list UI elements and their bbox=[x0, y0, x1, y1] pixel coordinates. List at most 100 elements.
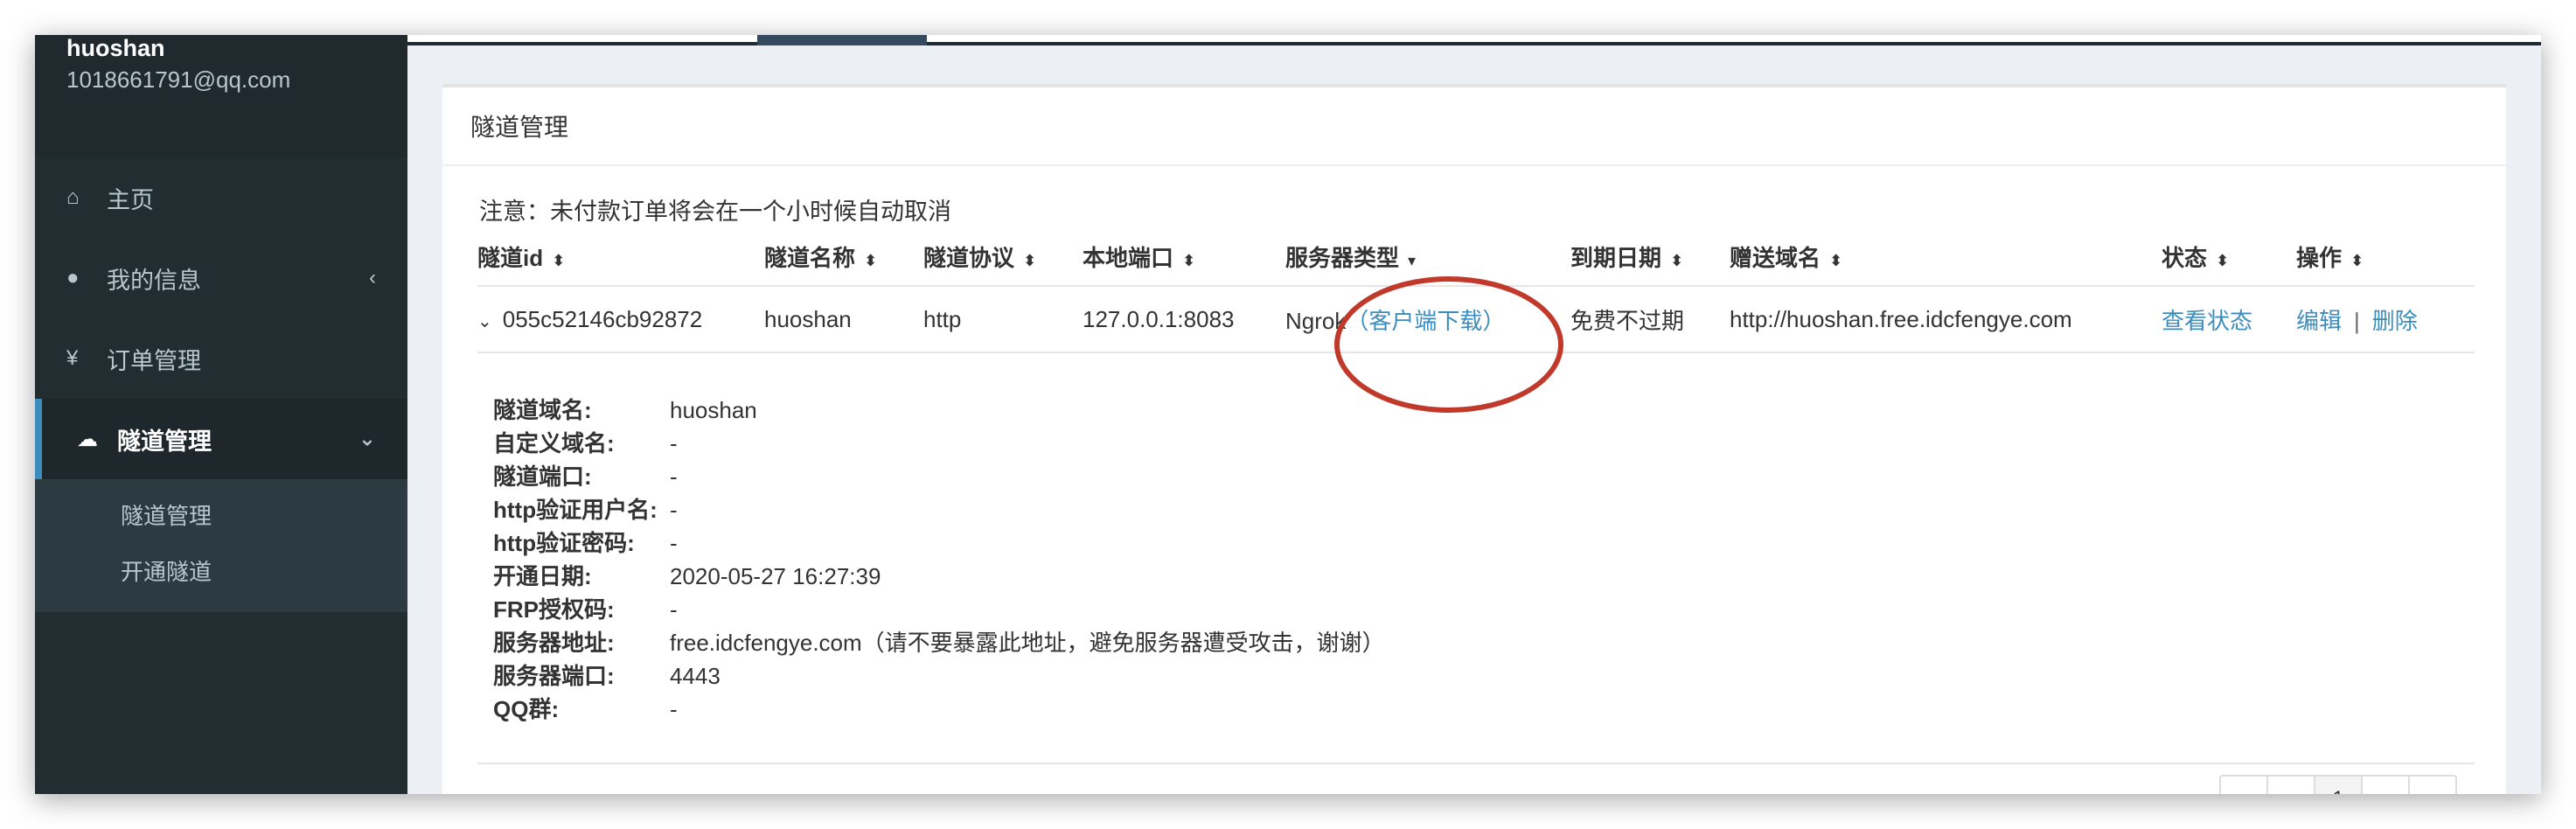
detail-value: 2020-05-27 16:27:39 bbox=[670, 563, 881, 589]
sidebar-item-label: 主页 bbox=[107, 186, 154, 213]
home-icon: ⌂ bbox=[66, 185, 80, 209]
page-1-button[interactable]: 1 bbox=[2315, 777, 2363, 794]
header-label: 到期日期 bbox=[1570, 244, 1662, 271]
detail-value: - bbox=[670, 497, 678, 523]
first-page-button[interactable]: « bbox=[2221, 777, 2268, 794]
last-page-button[interactable]: » bbox=[2410, 777, 2455, 794]
user-name: huoshan bbox=[66, 35, 165, 61]
sidebar: huoshan 1018661791@qq.com ⌂ 主页 ● 我的信息 ‹ … bbox=[35, 35, 407, 794]
pagination: « ‹ 1 › » bbox=[2219, 775, 2457, 794]
chevron-down-icon: ⌄ bbox=[358, 427, 376, 451]
cell-local-port: 127.0.0.1:8083 bbox=[1083, 286, 1285, 353]
detail-key: FRP授权码: bbox=[493, 596, 615, 623]
cloud-icon: ☁ bbox=[77, 427, 98, 451]
cell-tunnel-id[interactable]: ⌄ 055c52146cb92872 bbox=[477, 286, 764, 353]
column-header-expire[interactable]: 到期日期 ⬍ bbox=[1570, 227, 1730, 287]
detail-row: http验证用户名: - bbox=[493, 493, 1385, 526]
chevron-down-icon[interactable]: ⌄ bbox=[477, 310, 492, 332]
yen-icon: ¥ bbox=[66, 346, 79, 370]
sidebar-item-orders[interactable]: ¥ 订单管理 bbox=[35, 318, 407, 399]
cell-protocol: http bbox=[923, 286, 1083, 353]
tunnel-id: 055c52146cb92872 bbox=[502, 305, 703, 332]
sort-icon: ⬍ bbox=[1670, 251, 1684, 269]
user-email: 1018661791@qq.com bbox=[66, 66, 291, 93]
header-label: 隧道协议 bbox=[923, 244, 1015, 271]
submenu-item-tunnel-manage[interactable]: 隧道管理 bbox=[35, 486, 407, 542]
detail-row: 隧道域名: huoshan bbox=[493, 394, 1385, 427]
detail-value: - bbox=[670, 430, 678, 456]
sort-icon: ⬍ bbox=[1023, 251, 1037, 269]
column-header-local-port[interactable]: 本地端口 ⬍ bbox=[1083, 227, 1285, 287]
sidebar-item-home[interactable]: ⌂ 主页 bbox=[35, 157, 407, 238]
sort-icon: ⬍ bbox=[2216, 251, 2230, 269]
header-label: 赠送域名 bbox=[1730, 244, 1821, 271]
box-title: 隧道管理 bbox=[442, 87, 2506, 166]
sidebar-item-label: 隧道管理 bbox=[117, 428, 212, 455]
detail-row: 服务器端口: 4443 bbox=[493, 659, 1385, 693]
detail-row: QQ群: - bbox=[493, 693, 1385, 726]
sidebar-item-label: 我的信息 bbox=[107, 267, 201, 294]
detail-key: 隧道域名: bbox=[493, 397, 592, 423]
detail-value: 4443 bbox=[670, 663, 721, 689]
detail-key: 自定义域名: bbox=[493, 430, 615, 456]
user-panel: huoshan 1018661791@qq.com bbox=[35, 35, 407, 157]
detail-key: 服务器端口: bbox=[493, 663, 615, 689]
detail-row: FRP授权码: - bbox=[493, 593, 1385, 626]
detail-value: - bbox=[670, 696, 678, 722]
detail-row: 服务器地址: free.idcfengye.com（请不要暴露此地址，避免服务器遭… bbox=[493, 626, 1385, 659]
detail-key: http验证用户名: bbox=[493, 497, 658, 523]
detail-value: - bbox=[670, 530, 678, 556]
detail-key: QQ群: bbox=[493, 696, 560, 722]
detail-value: - bbox=[670, 463, 678, 490]
header-label: 隧道名称 bbox=[764, 244, 856, 271]
detail-divider bbox=[477, 763, 2475, 764]
top-navbar bbox=[407, 35, 2541, 45]
edit-link[interactable]: 编辑 bbox=[2296, 308, 2342, 334]
header-label: 服务器类型 bbox=[1285, 244, 1400, 271]
prev-page-button[interactable]: ‹ bbox=[2268, 777, 2315, 794]
tunnel-box: 隧道管理 注意：未付款订单将会在一个小时候自动取消 隧道id ⬍ 隧道名称 ⬍ 隧道… bbox=[442, 84, 2506, 794]
detail-row: 隧道端口: - bbox=[493, 460, 1385, 493]
column-header-domain[interactable]: 赠送域名 ⬍ bbox=[1730, 227, 2162, 287]
header-label: 操作 bbox=[2296, 244, 2343, 271]
detail-key: http验证密码: bbox=[493, 530, 635, 556]
cell-status: 查看状态 bbox=[2162, 286, 2296, 353]
user-icon: ● bbox=[66, 266, 80, 289]
detail-value: free.idcfengye.com（请不要暴露此地址，避免服务器遭受攻击，谢谢… bbox=[670, 630, 1385, 656]
column-header-name[interactable]: 隧道名称 ⬍ bbox=[764, 227, 923, 287]
header-label: 状态 bbox=[2162, 244, 2208, 271]
sidebar-item-label: 订单管理 bbox=[107, 347, 201, 374]
detail-row: 开通日期: 2020-05-27 16:27:39 bbox=[493, 560, 1385, 593]
column-header-status[interactable]: 状态 ⬍ bbox=[2162, 227, 2296, 287]
unpaid-order-notice: 注意：未付款订单将会在一个小时候自动取消 bbox=[479, 199, 951, 225]
header-label: 本地端口 bbox=[1083, 244, 1174, 271]
sort-icon: ⬍ bbox=[552, 251, 566, 269]
column-header-id[interactable]: 隧道id ⬍ bbox=[477, 227, 764, 287]
cell-tunnel-name: huoshan bbox=[764, 286, 923, 353]
detail-row: http验证密码: - bbox=[493, 526, 1385, 560]
sort-icon: ▾ bbox=[1408, 251, 1417, 269]
annotation-circle bbox=[1334, 276, 1563, 413]
sort-icon: ⬍ bbox=[1829, 251, 1843, 269]
detail-value: - bbox=[670, 596, 678, 623]
chevron-left-icon: ‹ bbox=[369, 266, 376, 289]
sidebar-item-profile[interactable]: ● 我的信息 ‹ bbox=[35, 238, 407, 318]
table-header-row: 隧道id ⬍ 隧道名称 ⬍ 隧道协议 ⬍ 本地端口 ⬍ 服务器类型 ▾ 到期日期 ⬍ 赠送域… bbox=[477, 227, 2475, 287]
delete-link[interactable]: 删除 bbox=[2372, 308, 2418, 334]
sidebar-item-tunnels[interactable]: ☁ 隧道管理 ⌄ bbox=[35, 399, 407, 479]
submenu-item-open-tunnel[interactable]: 开通隧道 bbox=[35, 542, 407, 598]
app-window: huoshan 1018661791@qq.com ⌂ 主页 ● 我的信息 ‹ … bbox=[35, 35, 2541, 794]
tunnel-detail-panel: 隧道域名: huoshan 自定义域名: - 隧道端口: - http验证用户名: - … bbox=[493, 394, 1385, 726]
header-label: 隧道id bbox=[477, 244, 544, 271]
column-header-protocol[interactable]: 隧道协议 ⬍ bbox=[923, 227, 1083, 287]
next-page-button[interactable]: › bbox=[2363, 777, 2410, 794]
sort-icon: ⬍ bbox=[2350, 251, 2364, 269]
detail-key: 隧道端口: bbox=[493, 463, 592, 490]
column-header-actions[interactable]: 操作 ⬍ bbox=[2296, 227, 2475, 287]
sort-icon: ⬍ bbox=[1182, 251, 1196, 269]
view-status-link[interactable]: 查看状态 bbox=[2162, 308, 2252, 334]
cell-expire: 免费不过期 bbox=[1570, 286, 1730, 353]
tunnel-submenu: 隧道管理 开通隧道 bbox=[35, 479, 407, 612]
cell-domain: http://huoshan.free.idcfengye.com bbox=[1730, 286, 2162, 353]
detail-value: huoshan bbox=[670, 397, 757, 423]
